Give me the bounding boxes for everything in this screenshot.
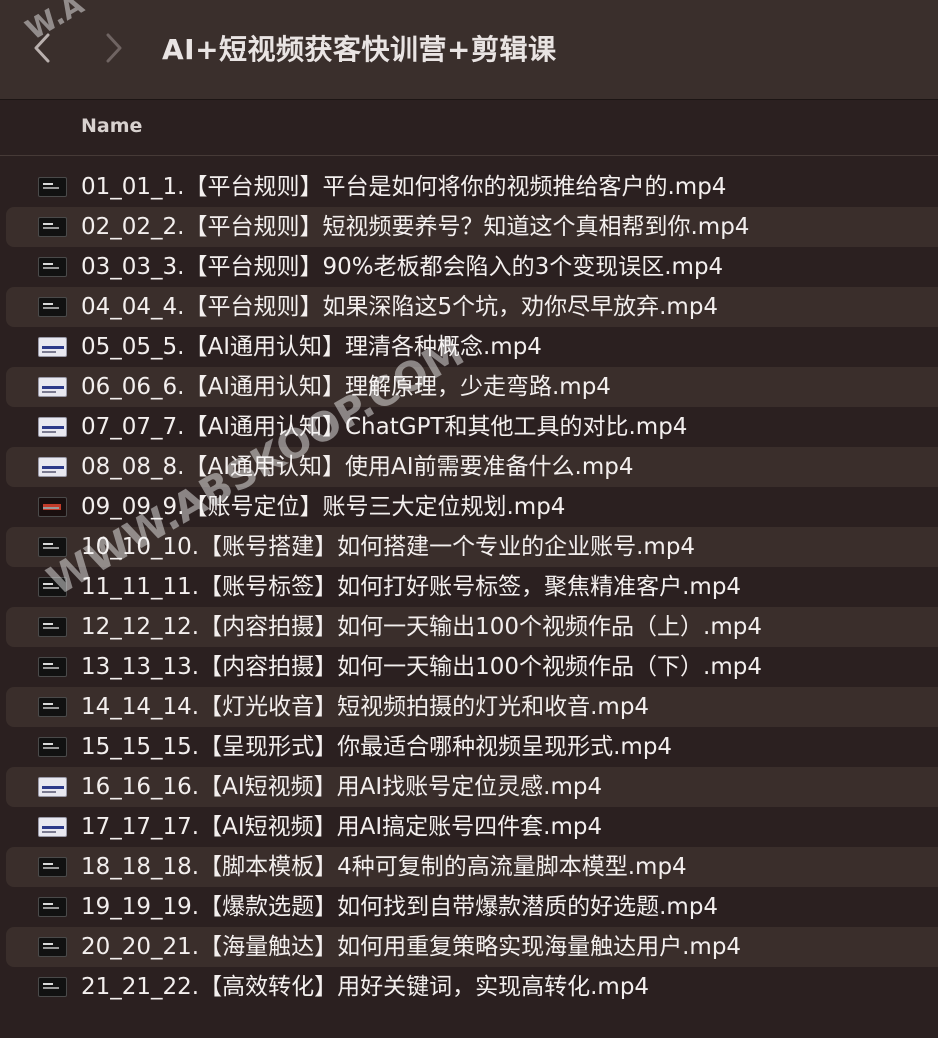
list-item[interactable]: 21_21_22.【高效转化】用好关键词，实现高转化.mp4 bbox=[6, 967, 938, 1007]
chevron-right-icon bbox=[104, 32, 124, 64]
list-item[interactable]: 11_11_11.【账号标签】如何打好账号标签，聚焦精准客户.mp4 bbox=[6, 567, 938, 607]
file-list: 01_01_1.【平台规则】平台是如何将你的视频推给客户的.mp4 02_02_2… bbox=[0, 167, 938, 1007]
file-name: 07_07_7.【AI通用认知】ChatGPT和其他工具的对比.mp4 bbox=[81, 414, 688, 440]
list-item[interactable]: 04_04_4.【平台规则】如果深陷这5个坑，劝你尽早放弃.mp4 bbox=[6, 287, 938, 327]
video-file-icon bbox=[38, 337, 67, 357]
list-header: Name bbox=[0, 100, 938, 156]
video-file-icon bbox=[38, 297, 67, 317]
video-file-icon bbox=[38, 737, 67, 757]
list-item[interactable]: 06_06_6.【AI通用认知】理解原理，少走弯路.mp4 bbox=[6, 367, 938, 407]
list-item[interactable]: 09_09_9.【账号定位】账号三大定位规划.mp4 bbox=[6, 487, 938, 527]
file-name: 16_16_16.【AI短视频】用AI找账号定位灵感.mp4 bbox=[81, 774, 603, 800]
file-name: 18_18_18.【脚本模板】4种可复制的高流量脚本模型.mp4 bbox=[81, 854, 687, 880]
list-item[interactable]: 08_08_8.【AI通用认知】使用AI前需要准备什么.mp4 bbox=[6, 447, 938, 487]
list-item[interactable]: 20_20_21.【海量触达】如何用重复策略实现海量触达用户.mp4 bbox=[6, 927, 938, 967]
file-name: 11_11_11.【账号标签】如何打好账号标签，聚焦精准客户.mp4 bbox=[81, 574, 742, 600]
file-name: 06_06_6.【AI通用认知】理解原理，少走弯路.mp4 bbox=[81, 374, 611, 400]
file-name: 03_03_3.【平台规则】90%老板都会陷入的3个变现误区.mp4 bbox=[81, 254, 724, 280]
file-name: 19_19_19.【爆款选题】如何找到自带爆款潜质的好选题.mp4 bbox=[81, 894, 719, 920]
video-file-icon bbox=[38, 257, 67, 277]
list-item[interactable]: 13_13_13.【内容拍摄】如何一天输出100个视频作品（下）.mp4 bbox=[6, 647, 938, 687]
file-name: 17_17_17.【AI短视频】用AI搞定账号四件套.mp4 bbox=[81, 814, 603, 840]
list-item[interactable]: 14_14_14.【灯光收音】短视频拍摄的灯光和收音.mp4 bbox=[6, 687, 938, 727]
list-item[interactable]: 18_18_18.【脚本模板】4种可复制的高流量脚本模型.mp4 bbox=[6, 847, 938, 887]
file-name: 15_15_15.【呈现形式】你最适合哪种视频呈现形式.mp4 bbox=[81, 734, 673, 760]
video-file-icon bbox=[38, 937, 67, 957]
video-file-icon bbox=[38, 537, 67, 557]
file-name: 14_14_14.【灯光收音】短视频拍摄的灯光和收音.mp4 bbox=[81, 694, 650, 720]
video-file-icon bbox=[38, 457, 67, 477]
file-name: 09_09_9.【账号定位】账号三大定位规划.mp4 bbox=[81, 494, 566, 520]
file-name: 13_13_13.【内容拍摄】如何一天输出100个视频作品（下）.mp4 bbox=[81, 654, 762, 680]
video-file-icon bbox=[38, 217, 67, 237]
video-file-icon bbox=[38, 497, 67, 517]
file-name: 08_08_8.【AI通用认知】使用AI前需要准备什么.mp4 bbox=[81, 454, 634, 480]
toolbar: AI+短视频获客快训营+剪辑课 bbox=[0, 0, 938, 100]
list-item[interactable]: 16_16_16.【AI短视频】用AI找账号定位灵感.mp4 bbox=[6, 767, 938, 807]
video-file-icon bbox=[38, 817, 67, 837]
file-name: 01_01_1.【平台规则】平台是如何将你的视频推给客户的.mp4 bbox=[81, 174, 727, 200]
video-file-icon bbox=[38, 377, 67, 397]
list-item[interactable]: 02_02_2.【平台规则】短视频要养号？知道这个真相帮到你.mp4 bbox=[6, 207, 938, 247]
list-item[interactable]: 15_15_15.【呈现形式】你最适合哪种视频呈现形式.mp4 bbox=[6, 727, 938, 767]
forward-button[interactable] bbox=[94, 26, 134, 70]
list-item[interactable]: 05_05_5.【AI通用认知】理清各种概念.mp4 bbox=[6, 327, 938, 367]
video-file-icon bbox=[38, 777, 67, 797]
name-column-header[interactable]: Name bbox=[81, 115, 142, 137]
video-file-icon bbox=[38, 857, 67, 877]
video-file-icon bbox=[38, 977, 67, 997]
file-name: 04_04_4.【平台规则】如果深陷这5个坑，劝你尽早放弃.mp4 bbox=[81, 294, 719, 320]
file-name: 02_02_2.【平台规则】短视频要养号？知道这个真相帮到你.mp4 bbox=[81, 214, 750, 240]
video-file-icon bbox=[38, 417, 67, 437]
file-name: 12_12_12.【内容拍摄】如何一天输出100个视频作品（上）.mp4 bbox=[81, 614, 762, 640]
file-name: 10_10_10.【账号搭建】如何搭建一个专业的企业账号.mp4 bbox=[81, 534, 696, 560]
file-name: 20_20_21.【海量触达】如何用重复策略实现海量触达用户.mp4 bbox=[81, 934, 742, 960]
list-item[interactable]: 03_03_3.【平台规则】90%老板都会陷入的3个变现误区.mp4 bbox=[6, 247, 938, 287]
list-item[interactable]: 07_07_7.【AI通用认知】ChatGPT和其他工具的对比.mp4 bbox=[6, 407, 938, 447]
file-name: 05_05_5.【AI通用认知】理清各种概念.mp4 bbox=[81, 334, 542, 360]
window-title: AI+短视频获客快训营+剪辑课 bbox=[162, 33, 557, 66]
file-name: 21_21_22.【高效转化】用好关键词，实现高转化.mp4 bbox=[81, 974, 650, 1000]
video-file-icon bbox=[38, 577, 67, 597]
list-item[interactable]: 17_17_17.【AI短视频】用AI搞定账号四件套.mp4 bbox=[6, 807, 938, 847]
list-item[interactable]: 10_10_10.【账号搭建】如何搭建一个专业的企业账号.mp4 bbox=[6, 527, 938, 567]
video-file-icon bbox=[38, 657, 67, 677]
list-item[interactable]: 01_01_1.【平台规则】平台是如何将你的视频推给客户的.mp4 bbox=[6, 167, 938, 207]
video-file-icon bbox=[38, 897, 67, 917]
video-file-icon bbox=[38, 697, 67, 717]
back-button[interactable] bbox=[22, 26, 62, 70]
video-file-icon bbox=[38, 177, 67, 197]
video-file-icon bbox=[38, 617, 67, 637]
list-item[interactable]: 12_12_12.【内容拍摄】如何一天输出100个视频作品（上）.mp4 bbox=[6, 607, 938, 647]
chevron-left-icon bbox=[32, 32, 52, 64]
finder-window: AI+短视频获客快训营+剪辑课 Name 01_01_1.【平台规则】平台是如何… bbox=[0, 0, 938, 1038]
list-item[interactable]: 19_19_19.【爆款选题】如何找到自带爆款潜质的好选题.mp4 bbox=[6, 887, 938, 927]
